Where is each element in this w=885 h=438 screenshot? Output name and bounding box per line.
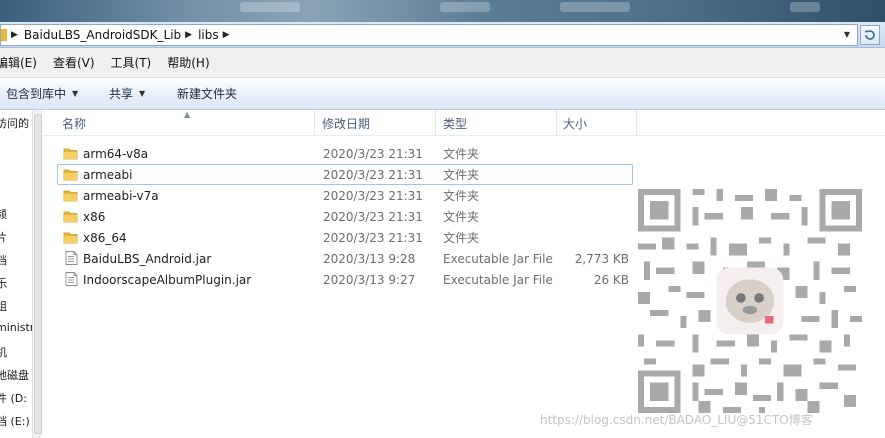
include-in-library-label: 包含到库中: [6, 87, 67, 101]
file-type: 文件夹: [443, 210, 480, 224]
nav-item-pictures[interactable]: 片: [0, 229, 7, 245]
window-title-bar: [0, 0, 885, 22]
menu-help[interactable]: 帮助(H): [159, 54, 217, 71]
jar-file-icon: [65, 272, 78, 286]
file-type: 文件夹: [443, 147, 480, 161]
file-row[interactable]: x86_64 2020/3/23 21:31 文件夹: [57, 227, 633, 248]
file-type: Executable Jar File: [443, 251, 553, 266]
file-row[interactable]: BaiduLBS_Android.jar 2020/3/13 9:28 Exec…: [57, 248, 633, 269]
file-row[interactable]: IndoorscapeAlbumPlugin.jar 2020/3/13 9:2…: [57, 269, 633, 290]
file-size: 2,773 KB: [574, 251, 629, 266]
file-size: [562, 227, 629, 248]
file-name: arm64-v8a: [83, 146, 149, 161]
address-bar-row: ▶ BaiduLBS_AndroidSDK_Lib ▶ libs ▶ ▼: [0, 22, 885, 48]
navigation-scrollbar[interactable]: [32, 110, 42, 438]
column-header-name[interactable]: 名称: [43, 110, 315, 136]
qr-code-image: [638, 189, 862, 413]
file-row-selected[interactable]: armeabi 2020/3/23 21:31 文件夹: [57, 164, 633, 185]
breadcrumb-item[interactable]: ▶ BaiduLBS_AndroidSDK_Lib: [7, 25, 181, 45]
column-header-size[interactable]: 大小: [557, 110, 637, 136]
command-toolbar: 包含到库中 ▼ 共享 ▼ 新建文件夹: [0, 78, 885, 110]
breadcrumb-separator-icon[interactable]: ▶: [181, 30, 198, 40]
column-date-label: 修改日期: [322, 116, 371, 131]
column-header-type[interactable]: 类型: [436, 110, 557, 136]
share-label: 共享: [109, 87, 134, 101]
nav-item-documents[interactable]: 档: [0, 252, 7, 268]
folder-icon: [63, 169, 78, 181]
column-size-label: 大小: [563, 116, 588, 131]
file-name: BaiduLBS_Android.jar: [83, 251, 212, 266]
folder-icon: [63, 211, 78, 223]
nav-item-recent[interactable]: 访问的: [0, 115, 29, 131]
file-size: [562, 206, 629, 227]
breadcrumb-label[interactable]: libs: [198, 28, 219, 42]
file-date: 2020/3/23 21:31: [323, 230, 423, 245]
scrollbar-thumb[interactable]: [34, 114, 42, 434]
file-size: [562, 185, 629, 206]
file-date: 2020/3/23 21:31: [323, 146, 423, 161]
menu-tools[interactable]: 工具(T): [103, 54, 160, 71]
nav-item-computer[interactable]: 机: [0, 344, 7, 360]
file-name: armeabi: [83, 167, 133, 182]
nav-item-videos[interactable]: 频: [0, 206, 7, 222]
file-date: 2020/3/13 9:28: [323, 251, 416, 266]
column-name-label: 名称: [62, 116, 87, 131]
new-folder-label: 新建文件夹: [177, 87, 238, 101]
file-row[interactable]: x86 2020/3/23 21:31 文件夹: [57, 206, 633, 227]
file-row[interactable]: armeabi-v7a 2020/3/23 21:31 文件夹: [57, 185, 633, 206]
file-type: Executable Jar File: [443, 272, 553, 287]
file-date: 2020/3/23 21:31: [323, 188, 423, 203]
nav-item-drive-e[interactable]: 档 (E:): [0, 413, 30, 429]
file-name: IndoorscapeAlbumPlugin.jar: [83, 272, 252, 287]
file-date: 2020/3/23 21:31: [323, 209, 423, 224]
share-button[interactable]: 共享 ▼: [109, 85, 145, 102]
refresh-icon[interactable]: [860, 25, 880, 45]
nav-item-local-disk[interactable]: 地磁盘: [0, 367, 29, 383]
file-date: 2020/3/23 21:31: [323, 167, 423, 182]
folder-icon: [63, 232, 78, 244]
file-size: [562, 143, 629, 164]
chevron-down-icon: ▼: [139, 89, 146, 98]
menu-bar: 编辑(E) 查看(V) 工具(T) 帮助(H): [0, 48, 885, 78]
file-type: 文件夹: [443, 189, 480, 203]
menu-view[interactable]: 查看(V): [45, 54, 103, 71]
breadcrumb-label[interactable]: BaiduLBS_AndroidSDK_Lib: [24, 28, 181, 42]
file-size: [562, 164, 629, 185]
file-type: 文件夹: [443, 231, 480, 245]
file-name: armeabi-v7a: [83, 188, 159, 203]
nav-item-administrator[interactable]: ministr: [0, 321, 34, 334]
breadcrumb-separator-icon[interactable]: ▶: [219, 30, 236, 40]
file-name: x86_64: [83, 230, 127, 245]
column-header-date[interactable]: 修改日期: [315, 110, 436, 136]
nav-item-drive-d[interactable]: 件 (D:: [0, 390, 27, 406]
file-row[interactable]: arm64-v8a 2020/3/23 21:31 文件夹: [57, 143, 633, 164]
address-history-dropdown-icon[interactable]: ▼: [838, 24, 856, 44]
column-type-label: 类型: [443, 116, 468, 131]
address-bar[interactable]: ▶ BaiduLBS_AndroidSDK_Lib ▶ libs ▶: [0, 24, 858, 46]
watermark-text: https://blog.csdn.net/BADAO_LIU@51CTO博客: [540, 413, 813, 427]
nav-item-music[interactable]: 乐: [0, 275, 7, 291]
folder-icon: [63, 148, 78, 160]
menu-edit[interactable]: 编辑(E): [0, 54, 45, 71]
sort-ascending-icon: ▲: [184, 110, 191, 119]
breadcrumb-item[interactable]: ▶: [219, 25, 236, 45]
nav-item-homegroup[interactable]: 组: [0, 298, 7, 314]
include-in-library-button[interactable]: 包含到库中 ▼: [6, 85, 78, 102]
file-date: 2020/3/13 9:27: [323, 272, 416, 287]
file-name: x86: [83, 209, 106, 224]
folder-icon: [63, 190, 78, 202]
chevron-down-icon: ▼: [72, 89, 79, 98]
breadcrumb-item[interactable]: ▶ libs: [181, 25, 218, 45]
file-type: 文件夹: [443, 168, 480, 182]
jar-file-icon: [65, 251, 78, 265]
file-size: 26 KB: [593, 272, 629, 287]
breadcrumb-separator-icon[interactable]: ▶: [7, 30, 24, 40]
column-header-bar: 名称 ▲ 修改日期 类型 大小: [43, 110, 885, 136]
new-folder-button[interactable]: 新建文件夹: [177, 85, 237, 102]
